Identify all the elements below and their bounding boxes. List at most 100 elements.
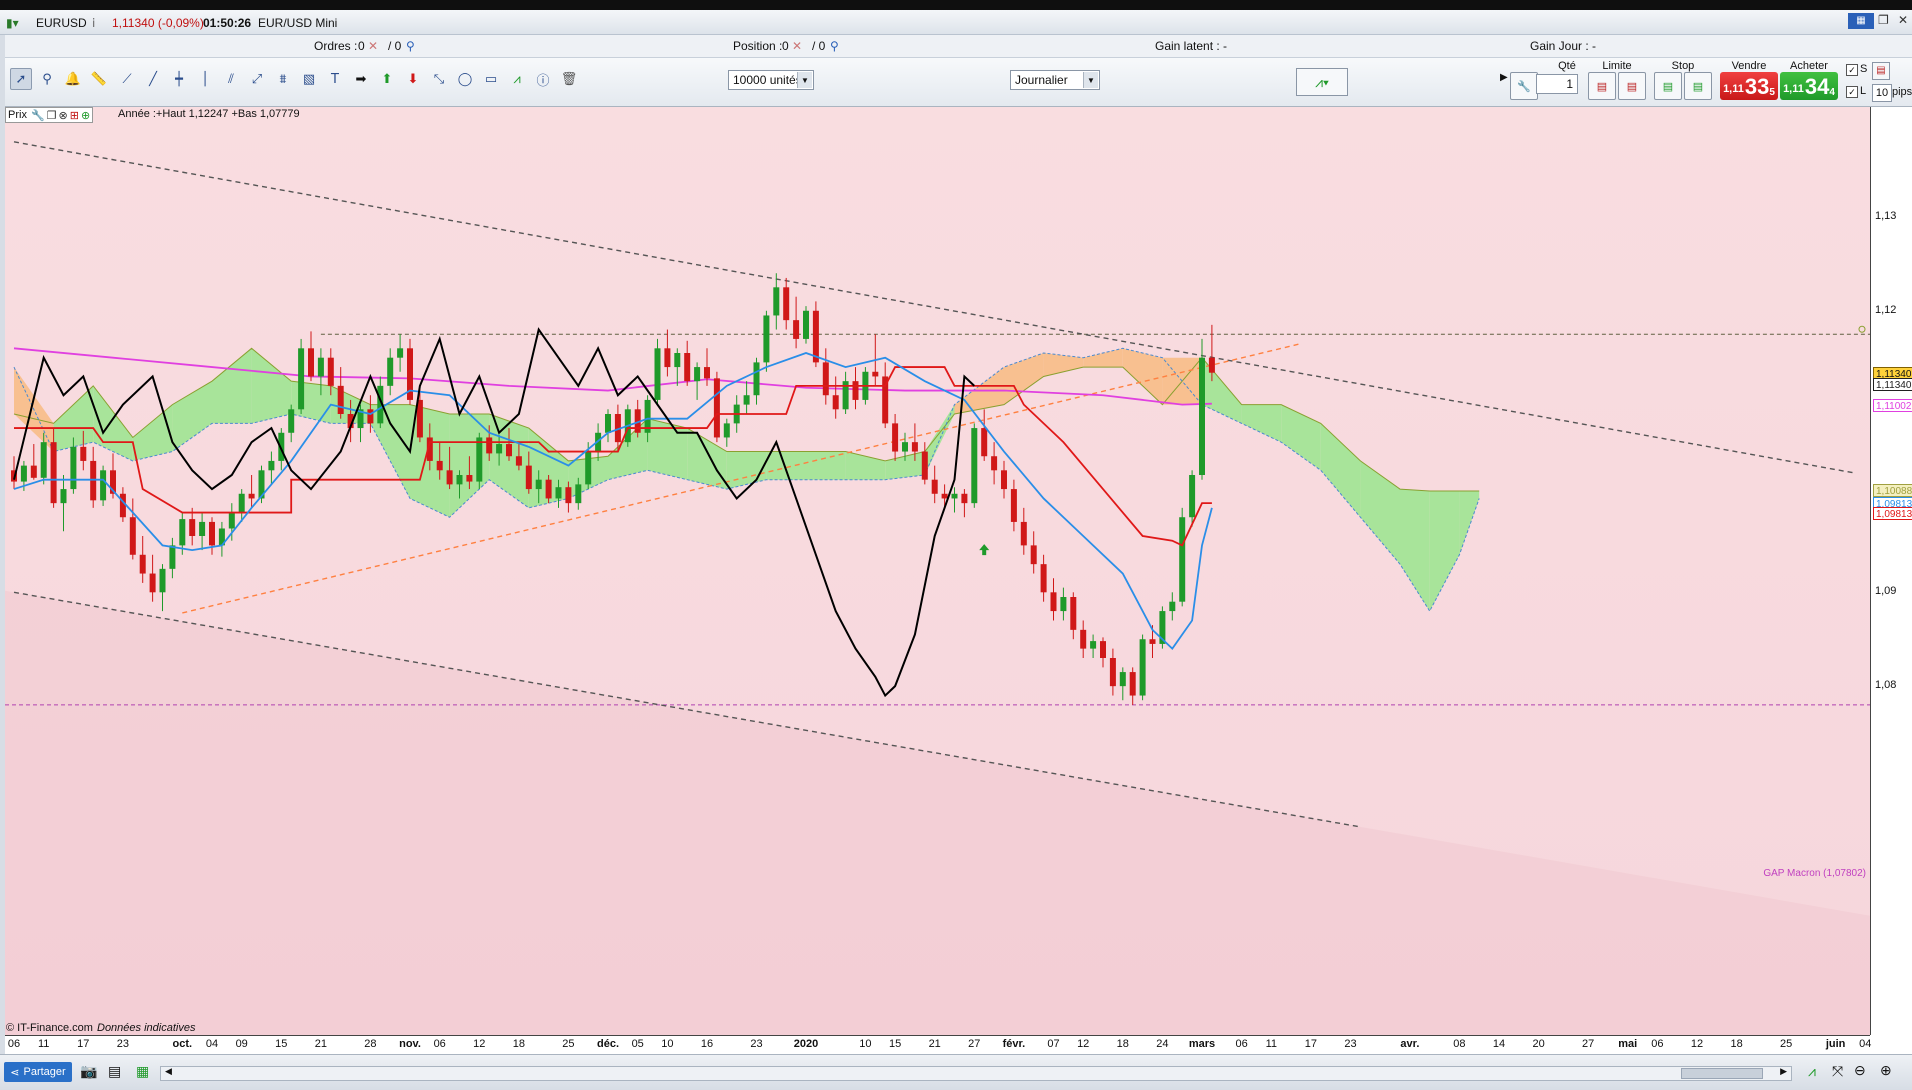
restore-icon[interactable]: ❐ [1878, 13, 1889, 27]
candle-body [961, 493, 968, 504]
candle-body [1208, 357, 1215, 373]
line-icon[interactable]: ⟋ [116, 68, 138, 90]
gann-icon[interactable]: ▧ [298, 68, 320, 90]
horizontal-line-icon[interactable]: ┿ [168, 68, 190, 90]
wrench-icon[interactable]: 🔧 [1510, 72, 1538, 100]
candle-body [100, 470, 107, 501]
candle-body [1169, 601, 1176, 612]
candle-body [1060, 597, 1067, 612]
candle-body [575, 484, 582, 504]
position-label: Position : [733, 39, 783, 53]
stop-sell-button[interactable]: ▤ [1654, 72, 1682, 100]
pointer-icon[interactable]: ➚ [10, 68, 32, 90]
price-axis[interactable]: 1,131,121,111,101,091,081,113401,113401,… [1870, 107, 1912, 1035]
text-icon[interactable]: T [324, 68, 346, 90]
time-axis[interactable]: 06 11 17 23 oct. 04 09 15 21 28 nov. 06 12 18 25 déc. 05… [5, 1035, 1871, 1053]
limit-buy-button[interactable]: ▤ [1618, 72, 1646, 100]
symbol-label[interactable]: EURUSD [36, 16, 87, 30]
y-tick-label: 1,08 [1875, 679, 1897, 692]
screenshot-icon[interactable]: 📷 [80, 1063, 97, 1080]
limit-sell-button[interactable]: ▤ [1588, 72, 1616, 100]
sell-button[interactable]: 1,11 33 5 [1720, 72, 1778, 100]
copy-icon[interactable]: ❐ [47, 109, 57, 122]
y-tick-label: 1,12 [1875, 303, 1897, 316]
candle-body [971, 428, 978, 504]
arrow-right-icon[interactable]: ➡ [350, 68, 372, 90]
l-checkbox[interactable]: ✓ [1846, 86, 1858, 98]
window-title-bar: ▮▾ EURUSD ⅰ 1,11340 (-0,09%) 01:50:26 EU… [0, 10, 1912, 35]
panel-toggle-icon[interactable]: ▶ [1500, 72, 1508, 83]
chart-canvas[interactable] [5, 107, 1870, 1035]
vertical-line-icon[interactable]: │ [194, 68, 216, 90]
alert-bell-icon[interactable]: 🔔 [62, 68, 84, 90]
s-checkbox[interactable]: ✓ [1846, 64, 1858, 76]
close-icon[interactable]: ✕ [1898, 13, 1908, 27]
ellipse-icon[interactable]: ◯ [454, 68, 476, 90]
stop-settings-icon[interactable]: ▤ [1872, 62, 1890, 80]
scroll-left-icon[interactable]: ◀ [165, 1066, 172, 1077]
chart-legend[interactable]: Prix 🔧 ❐ ⊗ ⊞ ⊕ [5, 107, 94, 123]
x-tick-label: 28 [364, 1038, 377, 1050]
candle-body [525, 465, 532, 490]
stop-buy-button[interactable]: ▤ [1684, 72, 1712, 100]
fibonacci-fan-icon[interactable]: ⩩ [272, 68, 294, 90]
info-icon[interactable]: ⅰ [92, 16, 95, 30]
trend-tool-icon[interactable]: ⤡ [428, 68, 450, 90]
share-button[interactable]: ⋖ Partager [4, 1062, 72, 1082]
layout-icon[interactable]: ▦ [1848, 13, 1874, 29]
candle-body [169, 545, 176, 569]
ruler-icon[interactable]: 📏 [88, 68, 110, 90]
price-chart[interactable]: Prix 🔧 ❐ ⊗ ⊞ ⊕ Année :+Haut 1,12247 +Bas… [5, 107, 1870, 1035]
orders-link-icon[interactable]: ⚲ [406, 39, 415, 53]
gap-label: GAP Macron (1,07802) [1763, 868, 1866, 879]
trash-icon[interactable]: 🗑 [558, 68, 580, 90]
x-tick-label: juin [1825, 1038, 1846, 1050]
candle-body [139, 554, 146, 574]
arrow-down-icon[interactable]: ⬇ [402, 68, 424, 90]
horizontal-scrollbar[interactable]: ◀ ▶ [160, 1066, 1792, 1081]
arrow-up-icon[interactable]: ⬆ [376, 68, 398, 90]
rectangle-icon[interactable]: ▭ [480, 68, 502, 90]
fibonacci-icon[interactable]: ⤢ [246, 68, 268, 90]
zoom-in-icon[interactable]: ⊕ [1880, 1062, 1892, 1079]
add-icon[interactable]: ⊞ [70, 109, 79, 122]
chart-pattern-icon[interactable]: ⩘ [506, 68, 528, 90]
candle-body [704, 367, 710, 379]
ray-icon[interactable]: ╱ [142, 68, 164, 90]
buy-button[interactable]: 1,11 34 4 [1780, 72, 1838, 100]
export-icon[interactable]: ▦ [136, 1063, 149, 1080]
position-link-icon[interactable]: ⚲ [830, 39, 839, 53]
y-price-tag: 1,10088 [1873, 484, 1912, 497]
position-cancel-icon[interactable]: ✕ [792, 39, 802, 53]
candle-body [1139, 639, 1146, 696]
x-tick-label: 06 [433, 1038, 446, 1050]
candle-body [1100, 641, 1106, 658]
zoom-icon[interactable]: ⚲ [36, 68, 58, 90]
chart-icon[interactable]: ▮▾ [6, 16, 19, 30]
candle-body [60, 489, 67, 504]
scroll-thumb[interactable] [1681, 1068, 1763, 1079]
candle-body [317, 357, 324, 377]
indicator-list-icon[interactable]: ⩘ [1808, 1063, 1816, 1080]
indicators-button[interactable]: ⩘▾ [1296, 68, 1348, 96]
print-icon[interactable]: ▤ [108, 1063, 121, 1080]
orders-cancel-icon[interactable]: ✕ [368, 39, 378, 53]
x-tick-label: 12 [1077, 1038, 1090, 1050]
x-tick-label: 25 [562, 1038, 575, 1050]
period-select[interactable]: Journalier ▼ [1010, 70, 1100, 90]
position-value: 0 [782, 39, 789, 53]
zoom-reset-icon[interactable]: ⤧ [1832, 1063, 1843, 1080]
units-select[interactable]: 10000 unités ▼ [728, 70, 814, 90]
qty-input[interactable]: 1 [1536, 74, 1578, 94]
pips-input[interactable]: 10 [1872, 84, 1892, 102]
zoom-out-icon[interactable]: ⊖ [1854, 1062, 1866, 1079]
candle-body [515, 456, 522, 466]
x-tick-label: 18 [1116, 1038, 1129, 1050]
settings-icon[interactable]: 🔧 [31, 109, 45, 122]
channel-icon[interactable]: ⫽ [220, 68, 242, 90]
candle-body [1129, 672, 1136, 696]
hide-icon[interactable]: ⊗ [59, 109, 68, 122]
help-icon[interactable]: ⓘ [532, 68, 554, 90]
add-indicator-icon[interactable]: ⊕ [81, 109, 90, 122]
scroll-right-icon[interactable]: ▶ [1780, 1066, 1787, 1077]
